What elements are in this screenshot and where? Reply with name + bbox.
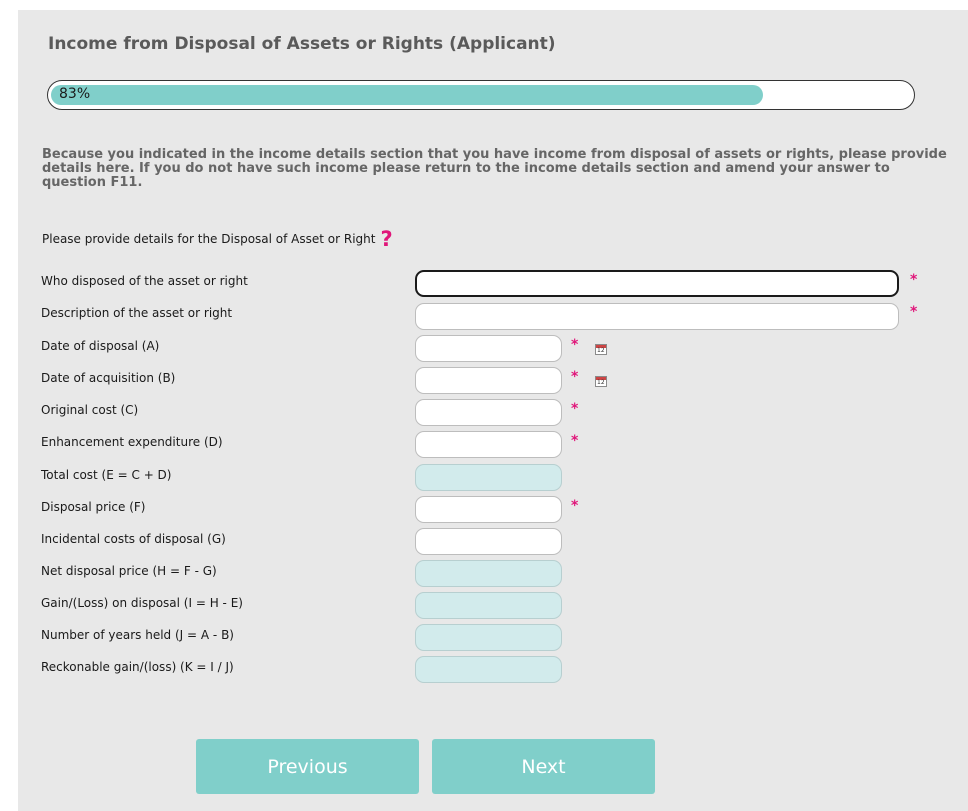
disposal-price-input[interactable] [415, 496, 562, 523]
gain-loss-field [415, 592, 562, 619]
details-prompt-text: Please provide details for the Disposal … [42, 232, 376, 246]
field-label-incidental-costs: Incidental costs of disposal (G) [41, 532, 226, 546]
form-panel: Income from Disposal of Assets or Rights… [18, 10, 968, 811]
incidental-costs-input[interactable] [415, 528, 562, 555]
original-cost-input[interactable] [415, 399, 562, 426]
field-label-date-disposal: Date of disposal (A) [41, 339, 160, 353]
date-of-disposal-input[interactable] [415, 335, 562, 362]
field-label-date-acquisition: Date of acquisition (B) [41, 371, 176, 385]
field-label-net-disposal: Net disposal price (H = F - G) [41, 564, 217, 578]
field-label-original-cost: Original cost (C) [41, 403, 139, 417]
who-disposed-input[interactable] [415, 270, 899, 297]
field-label-years-held: Number of years held (J = A - B) [41, 628, 234, 642]
years-held-field [415, 624, 562, 651]
field-label-who-disposed: Who disposed of the asset or right [41, 274, 248, 288]
required-mark: * [571, 337, 579, 353]
enhancement-expenditure-input[interactable] [415, 431, 562, 458]
field-label-enhancement: Enhancement expenditure (D) [41, 435, 223, 449]
details-prompt: Please provide details for the Disposal … [42, 229, 393, 250]
description-input[interactable] [415, 303, 899, 330]
page-title: Income from Disposal of Assets or Rights… [48, 34, 556, 54]
date-of-acquisition-input[interactable] [415, 367, 562, 394]
progress-bar: 83% [47, 80, 915, 110]
field-label-gain-loss: Gain/(Loss) on disposal (I = H - E) [41, 596, 243, 610]
required-mark: * [571, 369, 579, 385]
field-label-description: Description of the asset or right [41, 306, 233, 320]
total-cost-field [415, 464, 562, 491]
field-label-disposal-price: Disposal price (F) [41, 500, 146, 514]
next-button[interactable]: Next [432, 739, 655, 794]
field-label-total-cost: Total cost (E = C + D) [41, 468, 172, 482]
required-mark: * [571, 401, 579, 417]
progress-label: 83% [59, 86, 91, 102]
calendar-icon[interactable] [595, 376, 607, 387]
required-mark: * [571, 433, 579, 449]
required-mark: * [910, 272, 918, 288]
previous-button[interactable]: Previous [196, 739, 419, 794]
info-message: Because you indicated in the income deta… [42, 147, 947, 190]
calendar-icon[interactable] [595, 344, 607, 355]
field-label-reckonable-gain: Reckonable gain/(loss) (K = I / J) [41, 660, 234, 674]
required-mark: * [571, 498, 579, 514]
net-disposal-price-field [415, 560, 562, 587]
help-icon[interactable]: ? [380, 229, 392, 250]
required-mark: * [910, 304, 918, 320]
reckonable-gain-field [415, 656, 562, 683]
progress-fill [51, 85, 763, 105]
